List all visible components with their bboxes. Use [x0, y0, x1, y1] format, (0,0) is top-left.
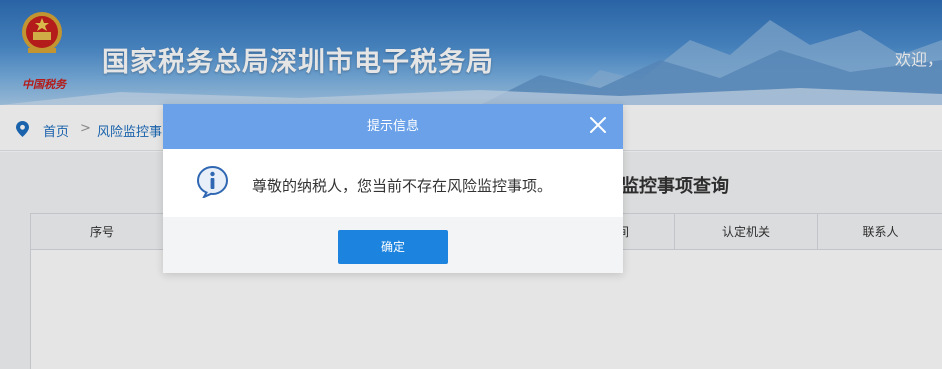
dialog-header: 提示信息 — [163, 104, 623, 149]
close-icon[interactable] — [589, 116, 607, 134]
ok-button[interactable]: 确定 — [338, 230, 448, 264]
info-icon — [196, 165, 229, 198]
dialog-footer: 确定 — [163, 217, 623, 273]
info-dialog: 提示信息 尊敬的纳税人，您当前不存在风险监控事项。 确定 — [163, 104, 623, 273]
dialog-message: 尊敬的纳税人，您当前不存在风险监控事项。 — [252, 177, 553, 195]
dialog-title: 提示信息 — [366, 119, 419, 134]
